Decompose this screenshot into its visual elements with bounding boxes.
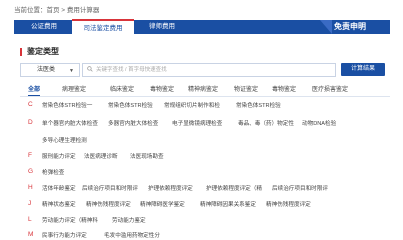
category-item[interactable]: 毒品、毒（药）物定性: [238, 119, 294, 127]
index-letter: J: [28, 200, 32, 207]
category-item[interactable]: 多器官内脏大体检查: [108, 119, 158, 127]
category-select-value: 法医类: [37, 67, 56, 73]
filter-poison[interactable]: 毒物鉴定: [272, 84, 296, 93]
filter-psychiatric[interactable]: 精神病鉴定: [188, 84, 218, 93]
breadcrumb-separator: >: [59, 7, 67, 14]
index-letter: H: [28, 184, 33, 191]
category-item[interactable]: 精神状态鉴定: [42, 200, 76, 208]
index-letter: D: [28, 119, 33, 126]
category-item[interactable]: 民事行为能力评定: [42, 231, 87, 239]
disclaimer-link[interactable]: 免责申明: [334, 20, 366, 34]
chevron-down-icon: ▼: [69, 68, 74, 74]
filter-toxicology[interactable]: 毒物鉴定: [150, 84, 174, 93]
category-item[interactable]: 后续治疗项目和时限评: [82, 184, 138, 192]
filter-physical-evidence[interactable]: 物证鉴定: [234, 84, 258, 93]
tab-notary-fees[interactable]: 公证费用: [14, 20, 74, 34]
section-title: 鉴定类型: [20, 48, 59, 56]
category-item[interactable]: 劳动能力评定（精神科: [42, 216, 98, 224]
filter-all[interactable]: 全部: [28, 84, 41, 96]
category-item[interactable]: 法医现场勘查: [130, 152, 164, 160]
category-item[interactable]: 常染色体STR检验一: [42, 101, 92, 109]
category-item[interactable]: 精神障碍医学鉴定: [140, 200, 185, 208]
search-input[interactable]: 关键字查找 / 首字母快速查找: [82, 63, 336, 77]
index-letter: M: [28, 231, 34, 238]
category-item[interactable]: 服刑能力评定: [42, 152, 76, 160]
breadcrumb-prefix: 当前位置：: [14, 7, 47, 14]
calculate-button[interactable]: 计算结果: [341, 63, 385, 76]
index-letter: G: [28, 168, 34, 175]
category-select[interactable]: 法医类 ▼: [20, 63, 80, 77]
top-nav: 公证费用 司法鉴定费用 律师费用 免责申明: [14, 19, 390, 36]
category-item[interactable]: 单个器官内脏大体检查: [42, 119, 98, 127]
filter-medical-damage[interactable]: 医疗损害鉴定: [312, 84, 348, 93]
category-item[interactable]: 劳动能力鉴定: [112, 216, 146, 224]
tab-judicial-appraisal-fees[interactable]: 司法鉴定费用: [72, 19, 134, 36]
category-item[interactable]: 多导心理生理检测: [42, 136, 87, 144]
category-item[interactable]: 枪弹检查: [42, 168, 64, 176]
type-filter-bar: 全部 病理鉴定 临床鉴定 毒物鉴定 精神病鉴定 物证鉴定 毒物鉴定 医疗损害鉴定: [20, 84, 390, 97]
category-item[interactable]: 法医病理诊断: [84, 152, 118, 160]
category-item[interactable]: 护理依赖程度评定: [148, 184, 193, 192]
category-item[interactable]: 常染色体STR检验: [108, 101, 153, 109]
breadcrumb-home[interactable]: 首页: [47, 7, 60, 14]
search-placeholder: 关键字查找 / 首字母快速查找: [96, 67, 167, 73]
category-item[interactable]: 护理依赖程度评定（精: [206, 184, 262, 192]
index-letter: C: [28, 101, 33, 108]
category-item[interactable]: 后续治疗项目和时限评: [272, 184, 328, 192]
breadcrumb: 当前位置：首页 > 费用计算器: [14, 4, 99, 14]
tab-lawyer-fees[interactable]: 律师费用: [136, 20, 188, 34]
category-item[interactable]: 常规组织切片制作和检: [164, 101, 220, 109]
category-item[interactable]: 活体年龄鉴定: [42, 184, 76, 192]
filter-pathology[interactable]: 病理鉴定: [62, 84, 86, 93]
category-item[interactable]: 动物DNA检验: [302, 119, 336, 127]
category-item[interactable]: 电子显微镜病理检查: [172, 119, 222, 127]
category-item[interactable]: 常染色体STR检验: [236, 101, 281, 109]
category-item[interactable]: 精神伤残程度评定: [266, 200, 311, 208]
breadcrumb-current: 费用计算器: [66, 7, 100, 14]
search-icon: [87, 66, 93, 72]
category-item[interactable]: 精神障碍因果关系鉴定: [200, 200, 256, 208]
nav-decoration: [320, 20, 332, 34]
category-item[interactable]: 精神伤残程度评定: [86, 200, 131, 208]
index-letter: L: [28, 216, 32, 223]
category-item[interactable]: 毛发中滥用药物定性分: [104, 231, 160, 239]
filter-clinical[interactable]: 临床鉴定: [110, 84, 134, 93]
index-letter: F: [28, 152, 32, 159]
